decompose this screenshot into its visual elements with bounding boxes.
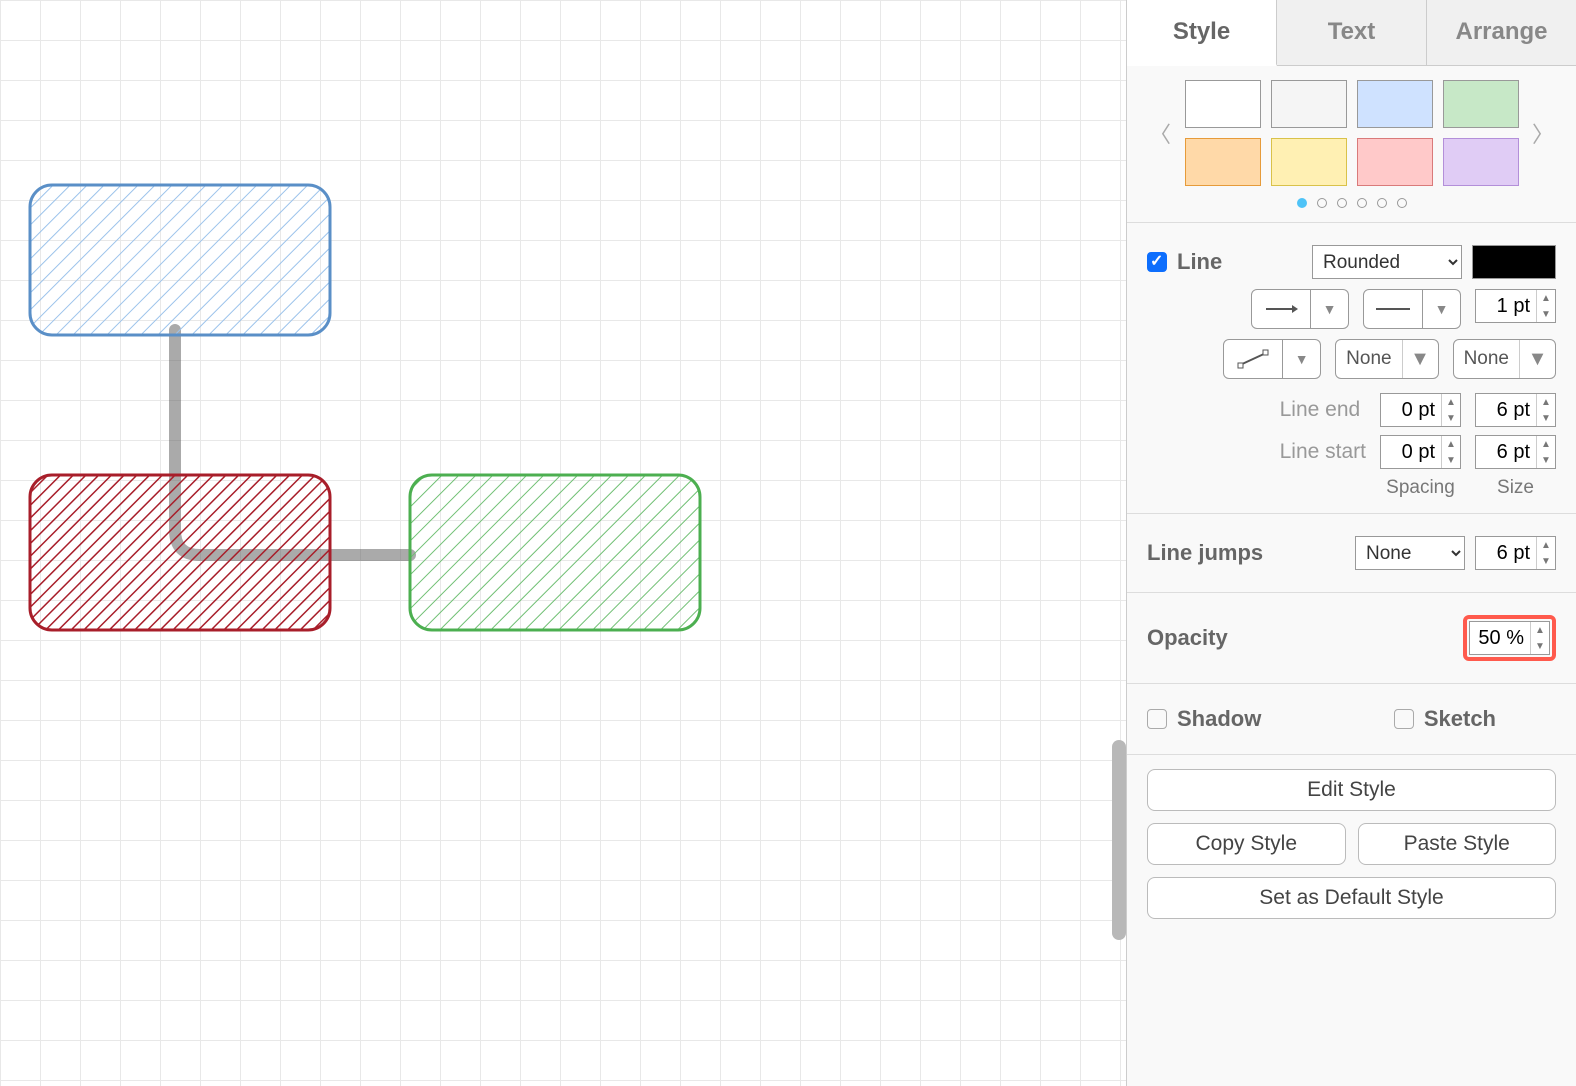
line-label: Line [1177, 249, 1222, 275]
palette-dot[interactable] [1397, 198, 1407, 208]
effects-section: Shadow Sketch [1127, 684, 1576, 755]
line-start-spacing-field[interactable]: ▲▼ [1380, 435, 1461, 469]
shadow-checkbox[interactable] [1147, 709, 1167, 729]
paste-style-button[interactable]: Paste Style [1358, 823, 1557, 865]
swatch-orange[interactable] [1185, 138, 1261, 186]
opacity-section: Opacity ▲▼ [1127, 593, 1576, 684]
linejumps-size-field[interactable]: ▲▼ [1475, 536, 1556, 570]
line-width-field[interactable]: ▲▼ [1475, 289, 1556, 323]
tab-text[interactable]: Text [1277, 0, 1427, 65]
swatch-white[interactable] [1185, 80, 1261, 128]
color-palette [1183, 80, 1520, 186]
palette-pagination [1147, 198, 1556, 208]
sketch-checkbox[interactable] [1394, 709, 1414, 729]
palette-dot[interactable] [1317, 198, 1327, 208]
palette-dot[interactable] [1377, 198, 1387, 208]
line-width-input[interactable] [1476, 290, 1536, 322]
line-end-spacing-field[interactable]: ▲▼ [1380, 393, 1461, 427]
palette-next-icon[interactable]: 〉 [1530, 120, 1556, 146]
stepper-down-icon[interactable]: ▼ [1531, 638, 1549, 654]
format-sidebar: Style Text Arrange 〈 〉 [1126, 0, 1576, 1086]
waypoint-style-select[interactable]: None ▼ [1335, 339, 1438, 379]
line-start-label: Line start [1280, 440, 1366, 464]
opacity-input[interactable] [1470, 622, 1530, 654]
swatch-green[interactable] [1443, 80, 1519, 128]
copy-style-button[interactable]: Copy Style [1147, 823, 1346, 865]
vertical-scrollbar[interactable] [1112, 740, 1126, 940]
opacity-highlight: ▲▼ [1463, 615, 1556, 661]
swatch-yellow[interactable] [1271, 138, 1347, 186]
stepper-up-icon[interactable]: ▲ [1531, 622, 1549, 638]
waypoint-picker[interactable]: ▼ [1223, 339, 1321, 379]
linejumps-label: Line jumps [1147, 540, 1263, 566]
color-palette-section: 〈 〉 [1127, 66, 1576, 223]
line-start-size-field[interactable]: ▲▼ [1475, 435, 1556, 469]
tab-arrange[interactable]: Arrange [1427, 0, 1576, 65]
line-end-label: Line end [1280, 398, 1361, 422]
line-pattern-picker[interactable]: ▼ [1363, 289, 1461, 329]
stepper-down-icon[interactable]: ▼ [1537, 306, 1555, 322]
palette-prev-icon[interactable]: 〈 [1147, 120, 1173, 146]
style-actions-section: Edit Style Copy Style Paste Style Set as… [1127, 755, 1576, 933]
canvas-svg [0, 0, 1126, 1086]
palette-dot[interactable] [1337, 198, 1347, 208]
arrow-end-picker[interactable]: ▼ [1251, 289, 1349, 329]
swatch-blue[interactable] [1357, 80, 1433, 128]
line-checkbox[interactable] [1147, 252, 1167, 272]
line-style-select[interactable]: Rounded [1312, 245, 1462, 279]
diagram-canvas[interactable] [0, 0, 1126, 1086]
sketch-label: Sketch [1424, 706, 1496, 732]
swatch-purple[interactable] [1443, 138, 1519, 186]
palette-dot[interactable] [1297, 198, 1307, 208]
linejumps-select[interactable]: None [1355, 536, 1465, 570]
spacing-sublabel: Spacing [1380, 477, 1461, 499]
palette-dot[interactable] [1357, 198, 1367, 208]
line-color-well[interactable] [1472, 245, 1556, 279]
set-default-style-button[interactable]: Set as Default Style [1147, 877, 1556, 919]
shadow-label: Shadow [1177, 706, 1261, 732]
linejumps-section: Line jumps None ▲▼ [1127, 514, 1576, 593]
sidebar-tabs: Style Text Arrange [1127, 0, 1576, 66]
connection-style-select[interactable]: None ▼ [1453, 339, 1556, 379]
size-sublabel: Size [1475, 477, 1556, 499]
edit-style-button[interactable]: Edit Style [1147, 769, 1556, 811]
swatch-red[interactable] [1357, 138, 1433, 186]
line-section: Line Rounded ▼ ▼ ▲▼ ▼ [1127, 223, 1576, 514]
opacity-label: Opacity [1147, 625, 1228, 651]
opacity-field[interactable]: ▲▼ [1469, 621, 1550, 655]
line-end-size-field[interactable]: ▲▼ [1475, 393, 1556, 427]
swatch-lightgray[interactable] [1271, 80, 1347, 128]
stepper-up-icon[interactable]: ▲ [1537, 290, 1555, 306]
tab-style[interactable]: Style [1127, 0, 1277, 66]
